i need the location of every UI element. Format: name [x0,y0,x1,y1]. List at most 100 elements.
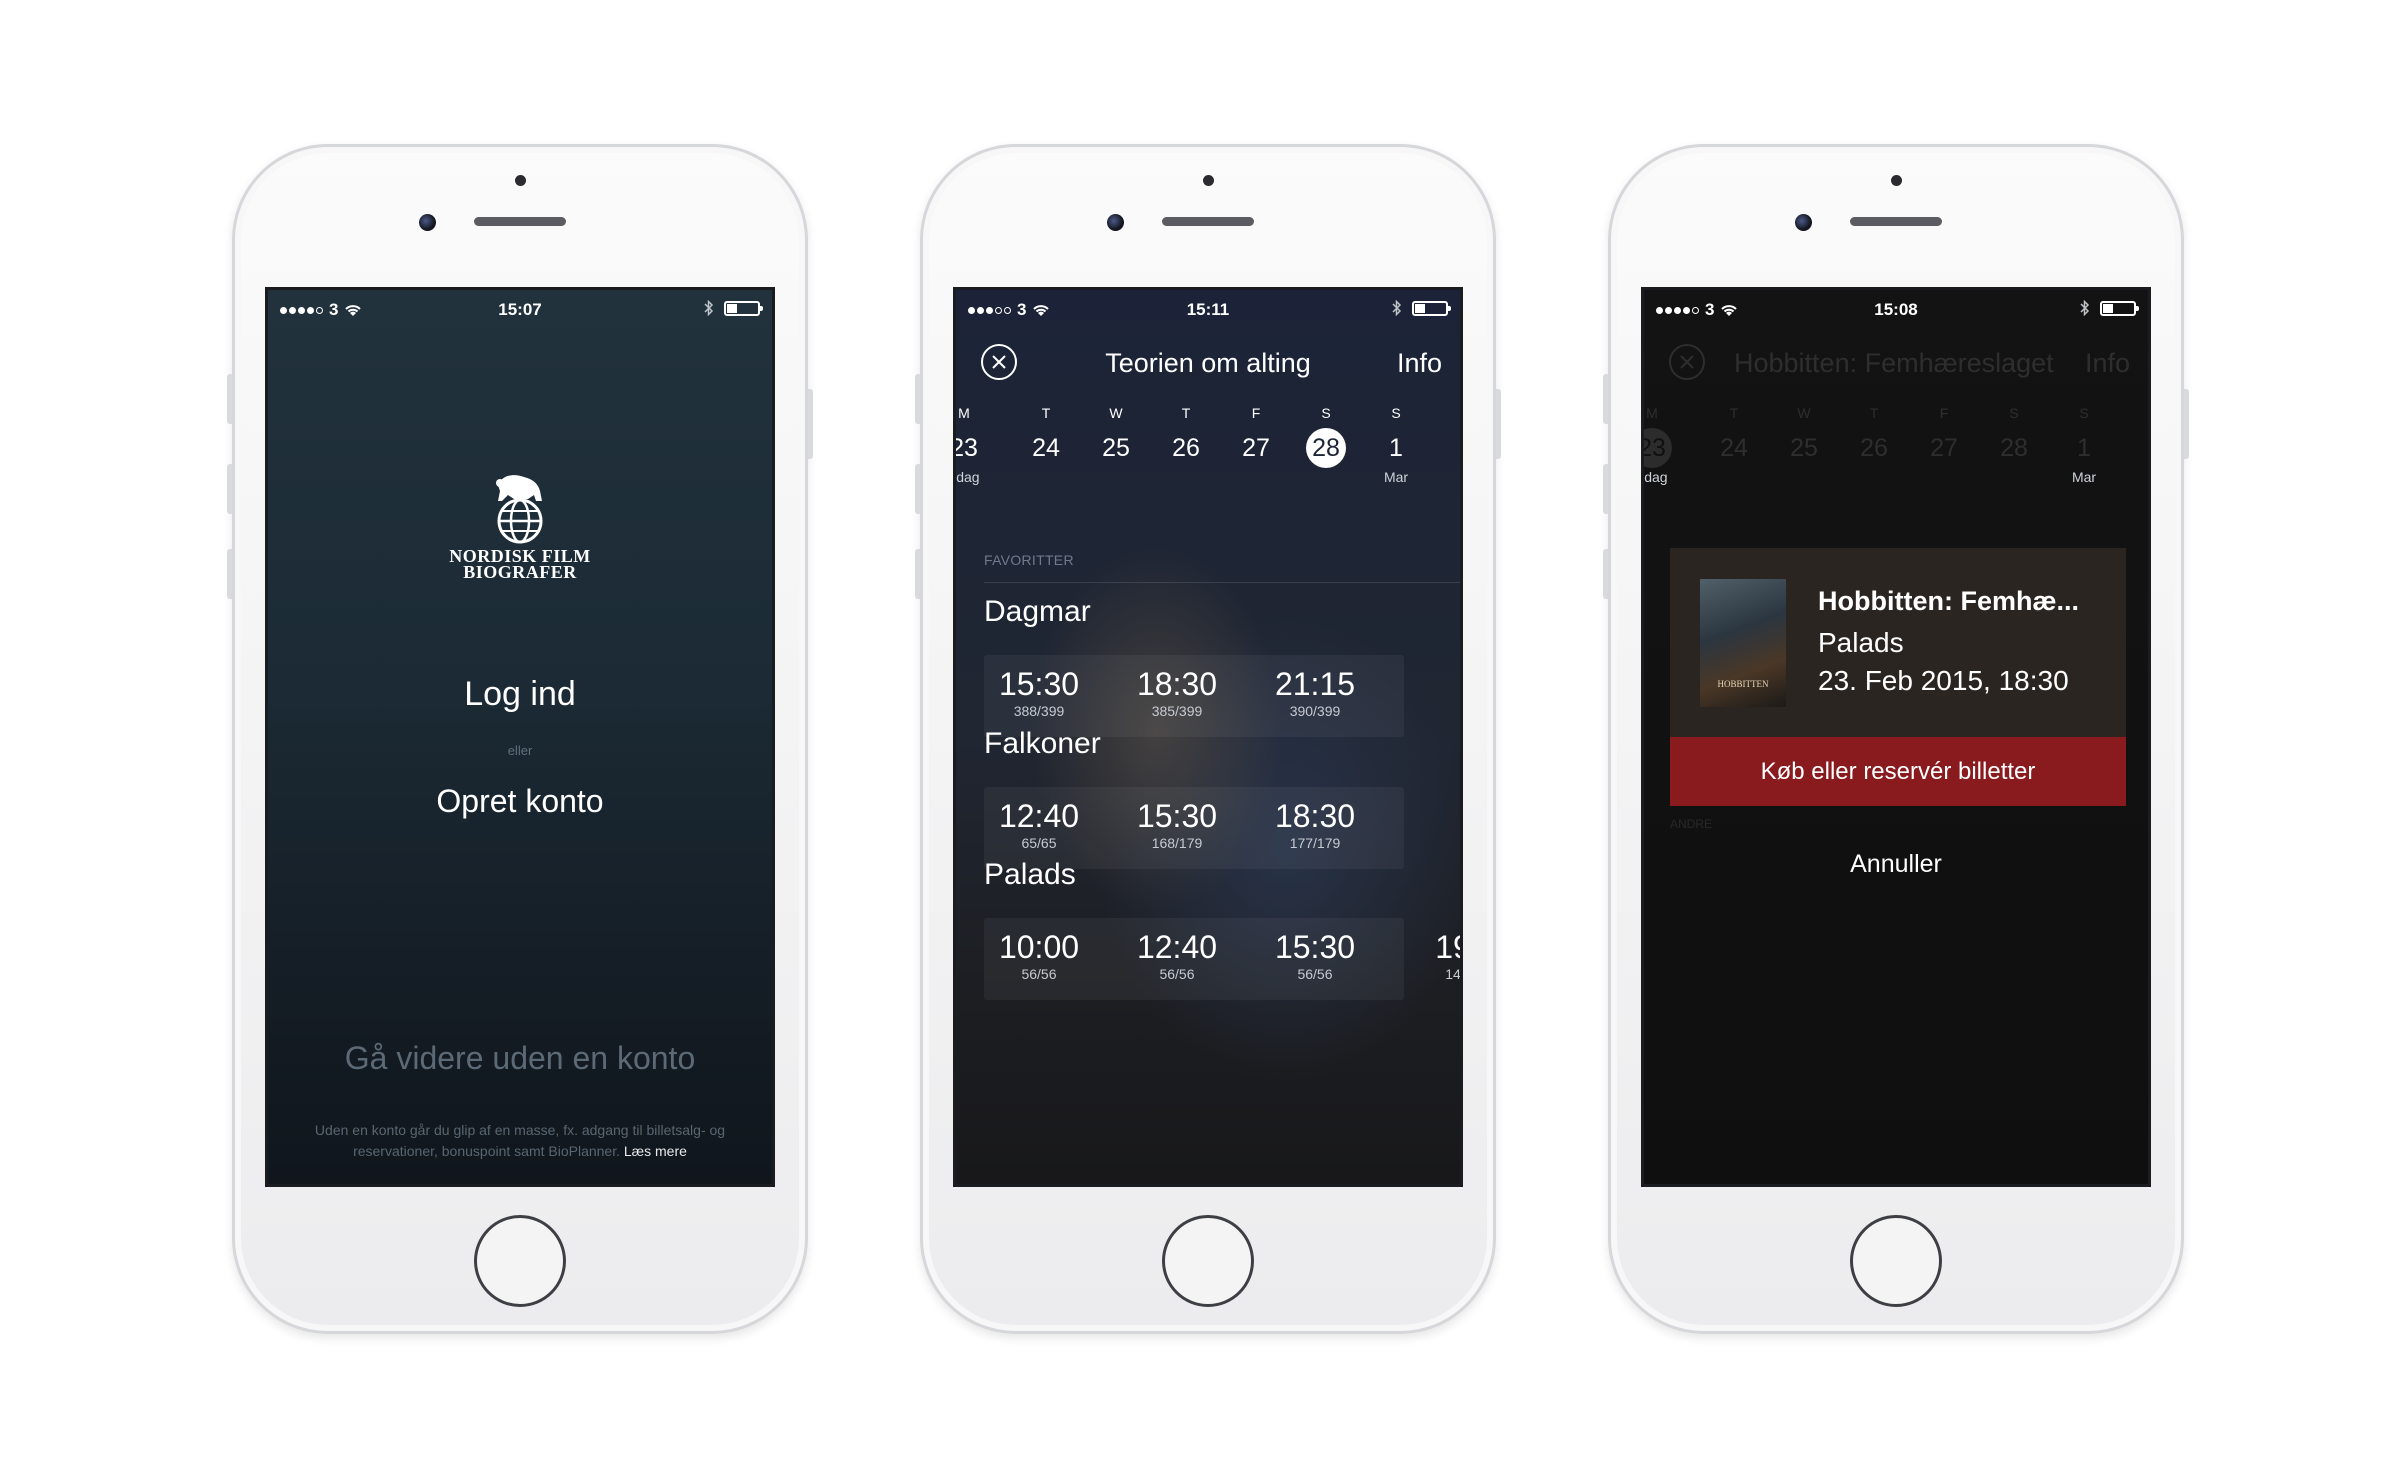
bluetooth-icon [704,300,714,316]
date-sub-label: Mar [1383,469,1409,485]
create-account-button[interactable]: Opret konto [268,783,772,820]
date-weekday: M [958,405,970,421]
showtime-seats: 388/399 [1013,703,1065,719]
booking-sheet: HOBBITTEN Hobbitten: Femhæ... Palads 23.… [1670,548,2126,806]
showtime-row: 15:30 388/399 18:30 385/399 21:15 390/399 [984,655,1404,737]
date-weekday: S [2079,405,2089,421]
date-sub-label: I dag [1644,469,1668,485]
close-icon [1669,344,1705,380]
showtime-seats: 65/65 [1021,835,1057,851]
showtime-item[interactable]: 18:30 385/399 [1122,667,1232,719]
date-item-25[interactable]: W 25 [1774,405,1834,469]
date-number: 27 [1930,434,1958,462]
date-weekday: T [1041,405,1051,421]
cinema-name: Palads [984,858,1076,891]
showtime-item[interactable]: 21:15 390/399 [1260,667,1370,719]
date-weekday: T [1869,405,1879,421]
home-button[interactable] [474,1215,566,1307]
section-divider [984,582,1460,583]
date-item-1[interactable]: S 1 Mar [1366,405,1426,485]
nav-bar: Teorien om alting Info [956,330,1460,390]
account-info-text: Uden en konto går du glip af en masse, f… [288,1120,752,1162]
showtime-item[interactable]: 10:00 56/56 [984,930,1094,982]
brand-name: NORDISK FILM BIOGRAFER [268,547,772,582]
earpiece-speaker [1850,217,1942,226]
showtime-time: 12:40 [1136,929,1218,965]
showtime-time: 12:40 [998,798,1080,834]
or-separator: eller [507,743,533,758]
showtime-time: 18:30 [1274,798,1356,834]
home-button[interactable] [1162,1215,1254,1307]
showtime-item[interactable]: 15:30 56/56 [1260,930,1370,982]
date-item-28[interactable]: S 28 [1984,405,2044,469]
buy-or-reserve-button[interactable]: Køb eller reservér billetter [1670,737,2126,806]
date-item-23[interactable]: M23I dag [1644,405,1682,485]
date-number: 24 [1720,434,1748,462]
showtime-item[interactable]: 12:40 56/56 [1122,930,1232,982]
showtime-time: 15:30 [1136,798,1218,834]
bluetooth-icon [1392,300,1402,316]
front-camera [1107,214,1124,231]
earpiece-speaker [474,217,566,226]
booking-screen: 3 15:08 Hobbitten: Femhæreslaget Info M 2… [1641,287,2151,1187]
login-button[interactable]: Log ind [268,675,772,714]
earpiece-speaker [1162,217,1254,226]
other-section-label: ANDRE [1670,817,1713,831]
date-number: 1 [1389,434,1403,462]
proximity-sensor [1891,175,1902,186]
date-item-24[interactable]: T 24 [1016,405,1076,469]
showtime-item[interactable]: 15:30 168/179 [1122,799,1232,851]
showtime-seats: 56/56 [1021,966,1057,982]
showtime-seats: 14 [1445,966,1461,982]
continue-without-account-button[interactable]: Gå videre uden en konto [268,1040,772,1077]
booking-cinema: Palads [1818,627,1904,658]
status-time: 15:07 [498,300,542,319]
date-item-26[interactable]: T 26 [1156,405,1216,469]
date-number: 27 [1242,434,1270,462]
date-weekday: S [1321,405,1331,421]
date-item-27[interactable]: F 27 [1914,405,1974,469]
date-weekday: F [1251,405,1261,421]
booking-movie-title: Hobbitten: Femhæ... [1818,586,2079,616]
date-item-26[interactable]: T 26 [1844,405,1904,469]
date-number: 1 [2077,434,2091,462]
date-weekday: W [1797,405,1811,421]
date-item-25[interactable]: W 25 [1086,405,1146,469]
info-button[interactable]: Info [1397,348,1442,379]
date-number: 23 [956,434,978,462]
poster-title: HOBBITTEN [1717,679,1769,689]
login-screen: 3 15:07 NORDISK FILM BIOGRAFER Log ind e… [265,287,775,1187]
info-button: Info [2084,348,2130,378]
date-item-23[interactable]: M23I dag [956,405,994,485]
date-weekday: S [1391,405,1401,421]
date-number: 24 [1032,434,1060,462]
brand-line-2: BIOGRAFER [463,562,577,582]
date-item-1[interactable]: S 1 Mar [2054,405,2114,485]
bluetooth-icon [2080,300,2090,316]
date-weekday: T [1181,405,1191,421]
home-button[interactable] [1850,1215,1942,1307]
date-number: 25 [1102,434,1130,462]
showtime-seats: 385/399 [1151,703,1203,719]
date-item-24[interactable]: T 24 [1704,405,1764,469]
showtime-item[interactable]: 12:40 65/65 [984,799,1094,851]
showtime-seats: 177/179 [1289,835,1341,851]
date-weekday: S [2009,405,2019,421]
showtimes-screen: 3 15:11 Teorien om alting Info M 23 I dag T… [953,287,1463,1187]
showtime-item[interactable]: 15:30 388/399 [984,667,1094,719]
showtime-time: 15:30 [998,666,1080,702]
status-bar: 3 15:11 [956,290,1460,326]
status-bar: 3 15:07 [268,290,772,326]
showtime-item[interactable]: 1914 [1398,930,1461,982]
cancel-button[interactable]: Annuller [1644,850,2148,879]
date-weekday: T [1729,405,1739,421]
date-item-28[interactable]: S 28 [1296,405,1356,469]
date-number: 28 [1306,428,1346,468]
battery-icon [2100,300,2139,316]
showtime-item[interactable]: 18:30 177/179 [1260,799,1370,851]
phone-booking: 3 15:08 Hobbitten: Femhæreslaget Info M 2… [1603,144,2189,1334]
booking-datetime: 23. Feb 2015, 18:30 [1818,665,2069,696]
read-more-link[interactable]: Læs mere [624,1143,687,1159]
proximity-sensor [1203,175,1214,186]
date-item-27[interactable]: F 27 [1226,405,1286,469]
